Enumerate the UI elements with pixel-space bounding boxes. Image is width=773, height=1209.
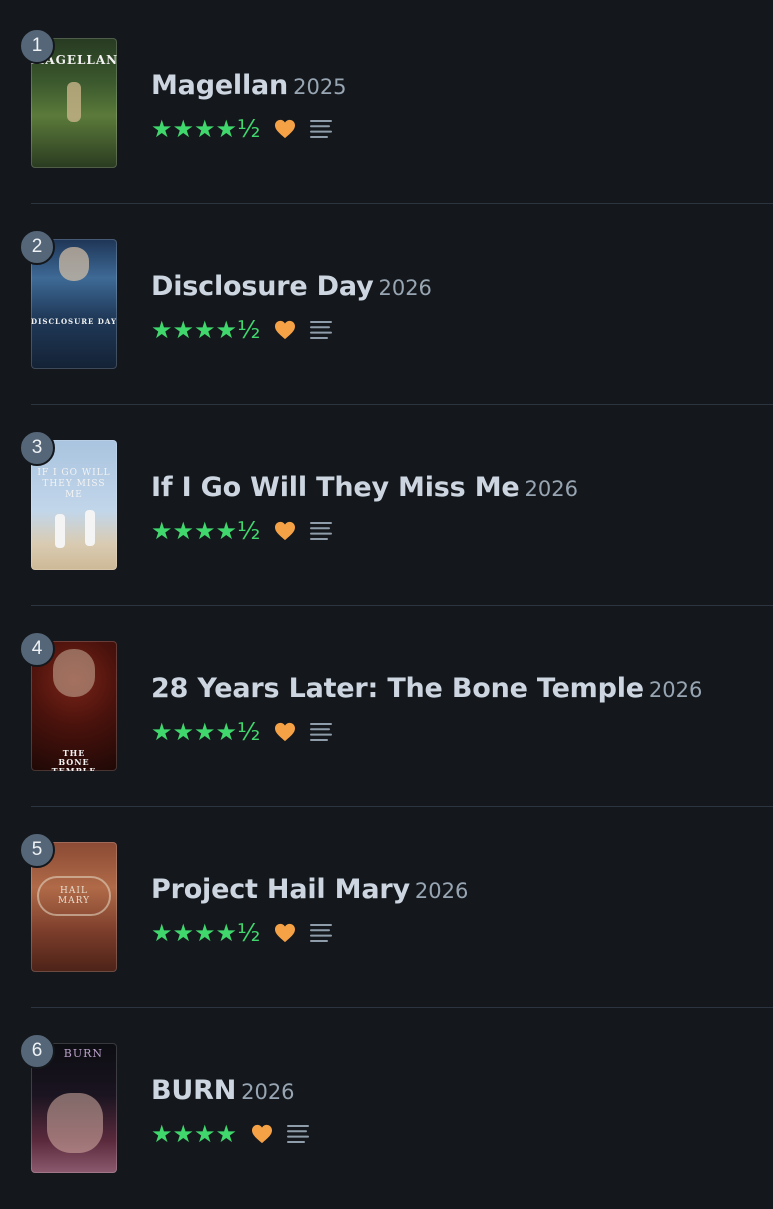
film-meta: ★★★★½ (151, 717, 333, 747)
rank-badge: 3 (19, 430, 55, 466)
star-rating: ★★★★½ (151, 718, 261, 746)
film-row[interactable]: MAGELLAN 1 Magellan 2025 ★★★★½ (0, 3, 773, 204)
poster-title: DISCLOSURE DAY (31, 317, 117, 326)
film-row[interactable]: IF I GO WILL THEY MISS ME 3 If I Go Will… (0, 405, 773, 606)
star-rating: ★★★★½ (151, 115, 261, 143)
title-line: Magellan 2025 (151, 70, 347, 101)
film-row[interactable]: THE BONE TEMPLE 4 28 Years Later: The Bo… (0, 606, 773, 807)
heart-icon (274, 521, 296, 541)
film-title[interactable]: 28 Years Later: The Bone Temple (151, 673, 644, 704)
title-line: Disclosure Day 2026 (151, 271, 432, 302)
film-row[interactable]: DISCLOSURE DAY 2 Disclosure Day 2026 ★★★★… (0, 204, 773, 405)
poster-title: IF I GO WILL THEY MISS ME (37, 468, 111, 500)
film-year[interactable]: 2026 (378, 276, 431, 300)
poster-title: HAIL MARY (57, 886, 91, 906)
rank-badge: 4 (19, 631, 55, 667)
film-year[interactable]: 2026 (649, 678, 702, 702)
film-meta: ★★★★½ (151, 315, 333, 345)
heart-icon (251, 1124, 273, 1144)
review-lines-icon[interactable] (310, 320, 333, 340)
title-line: Project Hail Mary 2026 (151, 874, 468, 905)
film-title[interactable]: Project Hail Mary (151, 874, 410, 905)
star-rating: ★★★★½ (151, 316, 261, 344)
film-title[interactable]: Disclosure Day (151, 271, 374, 302)
review-lines-icon[interactable] (310, 722, 333, 742)
film-meta: ★★★★½ (151, 516, 333, 546)
review-lines-icon[interactable] (310, 119, 333, 139)
film-year[interactable]: 2025 (293, 75, 346, 99)
film-title[interactable]: BURN (151, 1075, 236, 1106)
review-lines-icon[interactable] (287, 1124, 310, 1144)
film-row[interactable]: BURN 6 BURN 2026 ★★★★ (0, 1008, 773, 1209)
film-row[interactable]: HAIL MARY 5 Project Hail Mary 2026 ★★★★½ (0, 807, 773, 1008)
star-rating: ★★★★ (151, 1120, 238, 1148)
film-title[interactable]: If I Go Will They Miss Me (151, 472, 520, 503)
star-rating: ★★★★½ (151, 517, 261, 545)
rank-badge: 1 (19, 28, 55, 64)
poster-title: THE BONE TEMPLE (51, 748, 97, 772)
heart-icon (274, 722, 296, 742)
film-year[interactable]: 2026 (241, 1080, 294, 1104)
film-year[interactable]: 2026 (525, 477, 578, 501)
rank-badge: 5 (19, 832, 55, 868)
heart-icon (274, 923, 296, 943)
review-lines-icon[interactable] (310, 521, 333, 541)
star-rating: ★★★★½ (151, 919, 261, 947)
film-year[interactable]: 2026 (415, 879, 468, 903)
title-line: 28 Years Later: The Bone Temple 2026 (151, 673, 702, 704)
title-line: BURN 2026 (151, 1075, 295, 1106)
film-title[interactable]: Magellan (151, 70, 288, 101)
title-line: If I Go Will They Miss Me 2026 (151, 472, 578, 503)
film-meta: ★★★★½ (151, 918, 333, 948)
rank-badge: 6 (19, 1033, 55, 1069)
heart-icon (274, 119, 296, 139)
review-lines-icon[interactable] (310, 923, 333, 943)
rank-badge: 2 (19, 229, 55, 265)
heart-icon (274, 320, 296, 340)
film-meta: ★★★★½ (151, 114, 333, 144)
film-meta: ★★★★ (151, 1119, 310, 1149)
